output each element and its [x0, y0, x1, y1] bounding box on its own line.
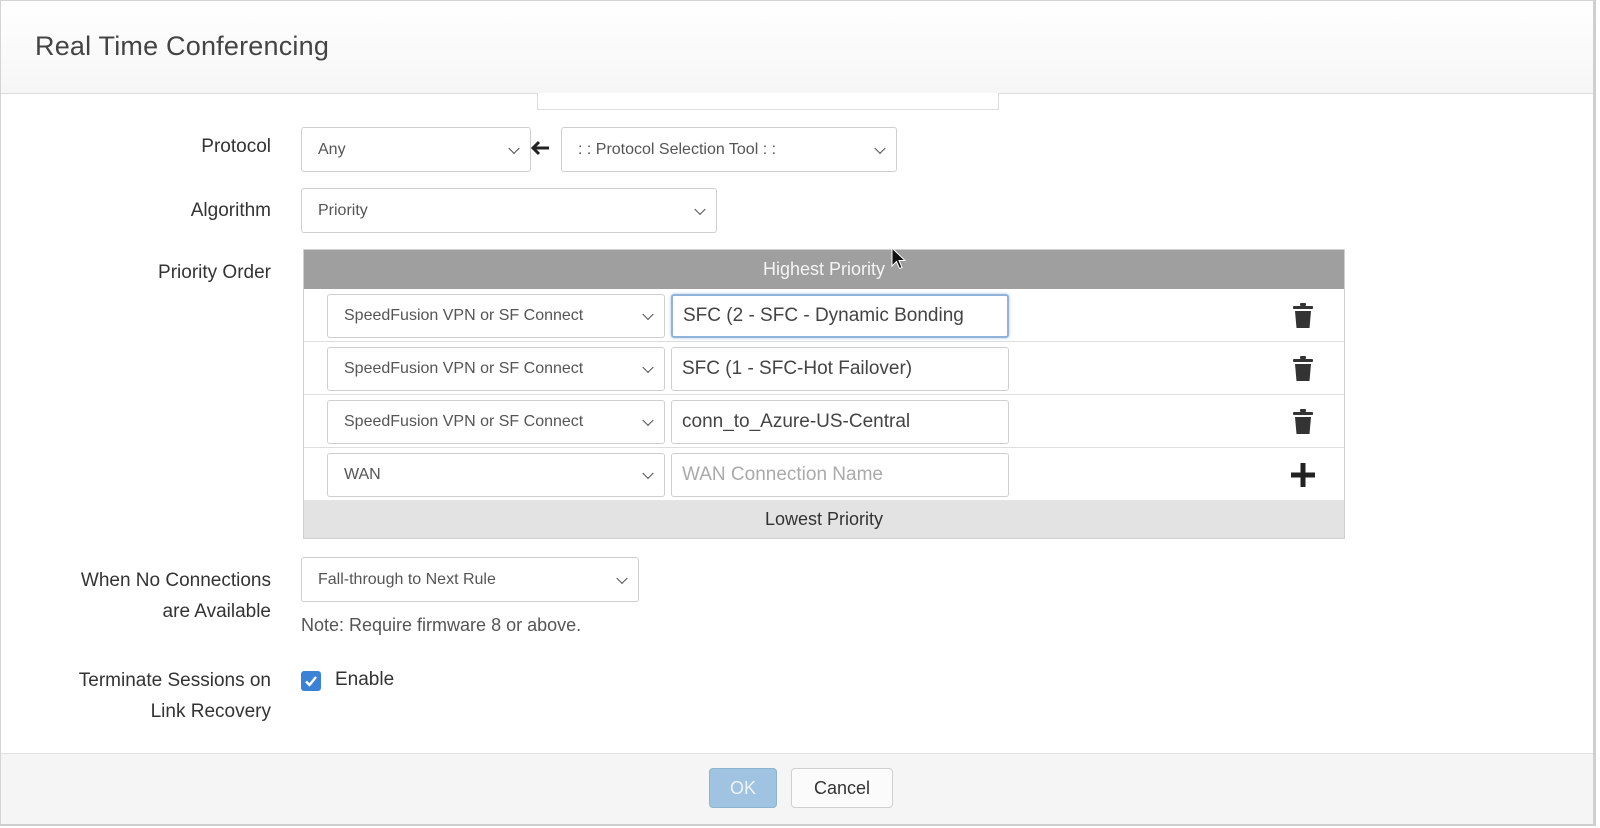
- no-connections-select[interactable]: Fall-through to Next Rule: [301, 557, 639, 602]
- chevron-down-icon: [874, 142, 886, 154]
- new-connection-type-select[interactable]: WAN: [327, 453, 665, 497]
- protocol-selection-tool-value: : : Protocol Selection Tool : :: [578, 140, 777, 158]
- highest-priority-header: Highest Priority: [304, 250, 1344, 289]
- chevron-down-icon: [642, 361, 654, 374]
- connection-name-input[interactable]: SFC (1 - SFC-Hot Failover): [671, 347, 1009, 391]
- mouse-cursor-icon: [891, 247, 907, 270]
- terminate-label-line1: Terminate Sessions on: [78, 670, 271, 691]
- priority-row: SpeedFusion VPN or SF Connect conn_to_Az…: [304, 395, 1344, 448]
- connection-type-value: SpeedFusion VPN or SF Connect: [344, 360, 584, 377]
- priority-row: SpeedFusion VPN or SF Connect SFC (1 - S…: [304, 342, 1344, 395]
- protocol-label: Protocol: [201, 136, 271, 157]
- firmware-note: Note: Require firmware 8 or above.: [301, 615, 582, 635]
- connection-type-select[interactable]: SpeedFusion VPN or SF Connect: [327, 347, 665, 391]
- no-connections-select-value: Fall-through to Next Rule: [318, 570, 496, 588]
- connection-name-input[interactable]: SFC (2 - SFC - Dynamic Bonding: [671, 294, 1009, 338]
- priority-row: SpeedFusion VPN or SF Connect SFC (2 - S…: [304, 289, 1344, 342]
- chevron-down-icon: [616, 572, 628, 584]
- lowest-priority-footer: Lowest Priority: [304, 500, 1344, 538]
- dialog: Real Time Conferencing Protocol Any : : …: [0, 0, 1596, 826]
- dialog-footer: OK Cancel: [1, 753, 1593, 824]
- no-connections-label-line2: are Available: [162, 601, 271, 622]
- algorithm-select-value: Priority: [318, 201, 368, 219]
- no-connections-label-line1: When No Connections: [80, 570, 271, 591]
- chevron-down-icon: [694, 203, 706, 215]
- scrolled-field-remnant: [537, 93, 999, 110]
- ok-button[interactable]: OK: [709, 768, 777, 808]
- connection-type-select[interactable]: SpeedFusion VPN or SF Connect: [327, 400, 665, 444]
- chevron-down-icon: [642, 308, 654, 321]
- protocol-select-value: Any: [318, 140, 346, 158]
- algorithm-select[interactable]: Priority: [301, 188, 717, 233]
- terminate-label-line2: Link Recovery: [150, 701, 271, 722]
- connection-type-value: SpeedFusion VPN or SF Connect: [344, 413, 584, 430]
- new-priority-row: WAN WAN Connection Name: [304, 448, 1344, 501]
- connection-type-value: SpeedFusion VPN or SF Connect: [344, 307, 584, 324]
- algorithm-label: Algorithm: [190, 200, 271, 221]
- enable-label[interactable]: Enable: [335, 669, 394, 691]
- terminate-enable-checkbox[interactable]: [301, 671, 321, 691]
- chevron-down-icon: [508, 142, 520, 154]
- priority-order-table: Highest Priority SpeedFusion VPN or SF C…: [303, 249, 1345, 539]
- plus-icon[interactable]: [1290, 462, 1316, 488]
- priority-order-label: Priority Order: [158, 262, 271, 283]
- dialog-header: Real Time Conferencing: [1, 1, 1593, 94]
- checkmark-icon: [305, 676, 317, 687]
- trash-icon[interactable]: [1292, 356, 1314, 382]
- chevron-down-icon: [642, 467, 654, 480]
- dialog-title: Real Time Conferencing: [35, 31, 330, 61]
- cancel-button[interactable]: Cancel: [791, 768, 893, 808]
- trash-icon[interactable]: [1292, 303, 1314, 329]
- connection-name-input[interactable]: conn_to_Azure-US-Central: [671, 400, 1009, 444]
- wan-connection-name-input[interactable]: WAN Connection Name: [671, 453, 1009, 497]
- protocol-selection-tool-select[interactable]: : : Protocol Selection Tool : :: [561, 127, 897, 172]
- chevron-down-icon: [642, 414, 654, 427]
- new-connection-type-value: WAN: [344, 466, 381, 483]
- protocol-select[interactable]: Any: [301, 127, 531, 172]
- connection-type-select[interactable]: SpeedFusion VPN or SF Connect: [327, 294, 665, 338]
- trash-icon[interactable]: [1292, 409, 1314, 435]
- arrow-left-icon: [530, 140, 549, 156]
